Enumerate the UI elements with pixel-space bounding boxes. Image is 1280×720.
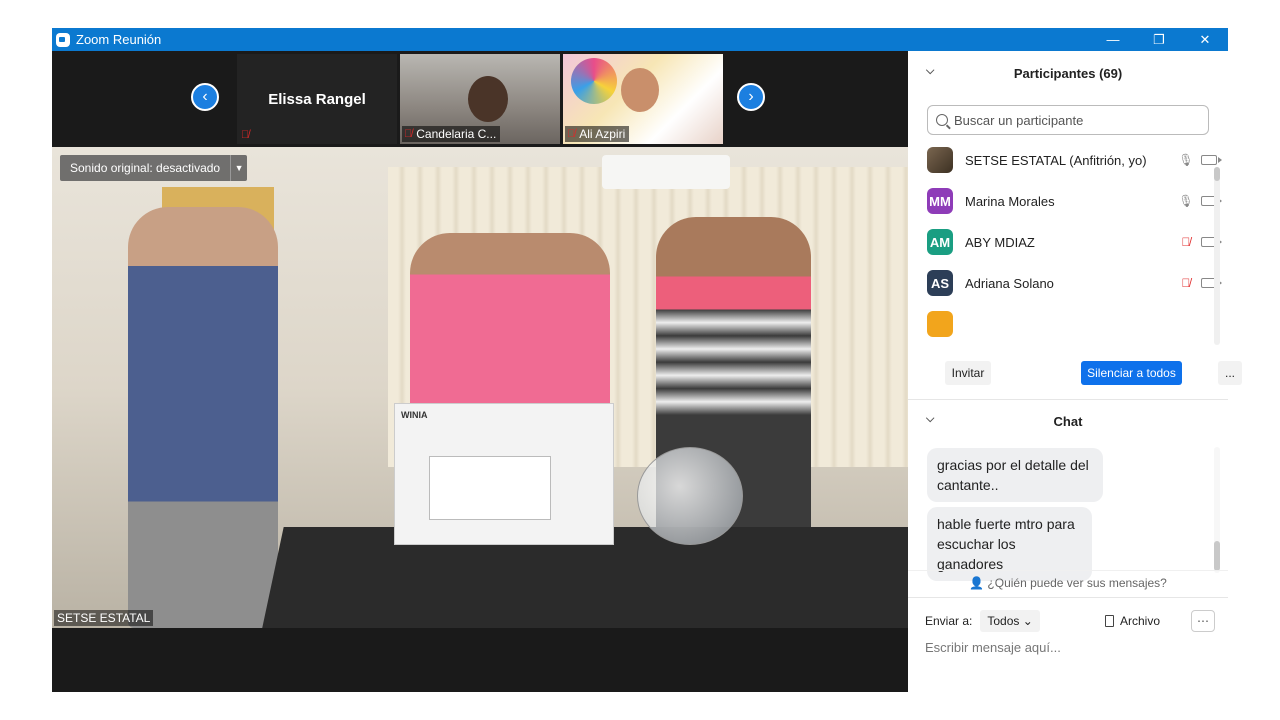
- mandala-decoration: [571, 58, 617, 104]
- side-panel: ⌵ Participantes (69) Buscar un participa…: [908, 51, 1242, 692]
- search-placeholder: Buscar un participante: [954, 112, 1084, 128]
- participant-name: ABY MDIAZ: [965, 234, 1035, 250]
- chat-message-input[interactable]: Escribir mensaje aquí...: [925, 640, 1215, 655]
- participant-name: Marina Morales: [965, 193, 1055, 209]
- avatar: AS: [927, 270, 953, 296]
- gallery-strip: ‹ Elissa Rangel 🎙̸ 🎙̸ Candelaria C... 🎙̸…: [52, 51, 908, 147]
- scrollbar-thumb[interactable]: [1214, 167, 1220, 181]
- camera-icon[interactable]: [1201, 155, 1222, 165]
- window-title: Zoom Reunión: [76, 32, 162, 47]
- speaker-name: SETSE ESTATAL: [54, 610, 154, 626]
- mic-muted-icon: 🎙̸: [567, 128, 576, 140]
- original-sound-label: Sonido original: desactivado: [70, 161, 221, 175]
- close-button[interactable]: ✕: [1182, 28, 1228, 51]
- chevron-left-icon: ‹: [202, 88, 208, 105]
- participant-name: SETSE ESTATAL (Anfitrión, yo): [965, 152, 1147, 168]
- participant-row[interactable]: AS Adriana Solano 🎙̸: [927, 269, 1222, 297]
- minimize-button[interactable]: —: [1090, 28, 1136, 51]
- avatar: AM: [927, 229, 953, 255]
- tile-status: 🎙̸ Candelaria C...: [402, 126, 501, 142]
- panel-divider: [908, 399, 1228, 400]
- scene-microwave: [429, 456, 551, 520]
- chevron-down-icon[interactable]: ⌵: [926, 413, 934, 426]
- chevron-down-icon[interactable]: ⌵: [926, 65, 934, 78]
- box-brand: WINIA: [401, 410, 428, 420]
- send-to-select[interactable]: Todos ⌄: [980, 610, 1040, 632]
- avatar: MM: [927, 188, 953, 214]
- file-button[interactable]: Archivo: [1105, 614, 1160, 628]
- video-tile[interactable]: Elissa Rangel 🎙̸: [237, 54, 397, 144]
- tile-name: Elissa Rangel: [268, 91, 366, 108]
- mute-all-button[interactable]: Silenciar a todos: [1081, 361, 1182, 385]
- caret-down-icon[interactable]: ▼: [230, 155, 247, 181]
- chat-message: gracias por el detalle del cantante..: [927, 448, 1103, 502]
- scene-air-conditioner: [602, 155, 730, 189]
- participant-row[interactable]: AM ABY MDIAZ 🎙̸: [927, 228, 1222, 256]
- panel-divider: [908, 597, 1228, 598]
- next-page-button[interactable]: ›: [737, 83, 765, 111]
- who-can-see-text: ¿Quién puede ver sus mensajes?: [987, 576, 1167, 590]
- participant-face: [468, 76, 508, 122]
- panel-divider: [908, 570, 1228, 571]
- more-options-button[interactable]: ...: [1218, 361, 1242, 385]
- mic-muted-icon: 🎙̸: [241, 129, 250, 141]
- scene-microwave-box: WINIA: [394, 403, 614, 545]
- more-horizontal-icon: ⋯: [1197, 614, 1209, 628]
- scene-person: [128, 207, 278, 628]
- video-tile[interactable]: 🎙̸ Ali Azpiri: [563, 54, 723, 144]
- participant-row[interactable]: MM Marina Morales 🎙: [927, 187, 1222, 215]
- scene-raffle-bowl: [637, 447, 743, 545]
- mic-muted-icon: 🎙̸: [404, 128, 413, 140]
- microphone-icon[interactable]: 🎙: [1177, 194, 1195, 208]
- who-can-see-link[interactable]: 👤 ¿Quién puede ver sus mensajes?: [908, 576, 1228, 590]
- video-area: ‹ Elissa Rangel 🎙̸ 🎙̸ Candelaria C... 🎙̸…: [52, 51, 908, 692]
- chat-scrollbar[interactable]: [1214, 447, 1220, 573]
- search-icon: [936, 114, 948, 126]
- active-speaker-video[interactable]: WINIA Sonido original: desactivado ▼ SET…: [52, 147, 908, 628]
- original-sound-button[interactable]: Sonido original: desactivado ▼: [60, 155, 248, 181]
- participant-search-input[interactable]: Buscar un participante: [927, 105, 1209, 135]
- tile-status: 🎙̸: [239, 128, 253, 142]
- participant-row[interactable]: SETSE ESTATAL (Anfitrión, yo) 🎙: [927, 146, 1222, 174]
- participant-list: SETSE ESTATAL (Anfitrión, yo) 🎙 MM Marin…: [908, 146, 1228, 346]
- file-icon: [1105, 615, 1114, 627]
- scrollbar-thumb[interactable]: [1214, 541, 1220, 571]
- chevron-right-icon: ›: [748, 88, 754, 105]
- participant-face: [621, 68, 659, 112]
- person-icon: 👤: [969, 576, 985, 590]
- participant-name: Adriana Solano: [965, 275, 1054, 291]
- participant-row[interactable]: [927, 310, 1217, 338]
- avatar: [927, 311, 953, 337]
- chat-header: ⌵ Chat: [908, 403, 1228, 439]
- tile-status: 🎙̸ Ali Azpiri: [565, 126, 630, 142]
- prev-page-button[interactable]: ‹: [191, 83, 219, 111]
- participants-header: ⌵ Participantes (69): [908, 55, 1228, 91]
- restore-button[interactable]: ❐: [1136, 28, 1182, 51]
- tile-name: Candelaria C...: [416, 127, 497, 141]
- chevron-down-icon: ⌄: [1022, 614, 1033, 628]
- invite-button[interactable]: Invitar: [945, 361, 991, 385]
- send-to-value: Todos: [987, 614, 1020, 628]
- microphone-icon[interactable]: 🎙: [1177, 153, 1195, 167]
- zoom-logo-icon: [56, 32, 70, 47]
- zoom-window: Zoom Reunión — ❐ ✕ ‹ Elissa Rangel 🎙̸ 🎙̸…: [52, 28, 1242, 692]
- participants-title: Participantes (69): [1013, 65, 1123, 81]
- chat-title: Chat: [1053, 413, 1083, 429]
- avatar: [927, 147, 953, 173]
- send-options-row: Enviar a: Todos ⌄ Archivo ⋯: [925, 609, 1215, 633]
- chat-more-button[interactable]: ⋯: [1191, 610, 1215, 632]
- send-to-label: Enviar a:: [925, 614, 973, 628]
- microphone-muted-icon[interactable]: 🎙̸: [1177, 235, 1195, 249]
- tile-name: Ali Azpiri: [579, 127, 626, 141]
- participant-actions: Invitar Silenciar a todos ...: [908, 361, 1242, 385]
- file-label: Archivo: [1120, 614, 1161, 628]
- video-tile[interactable]: 🎙̸ Candelaria C...: [400, 54, 560, 144]
- microphone-muted-icon[interactable]: 🎙̸: [1177, 276, 1195, 290]
- title-bar: Zoom Reunión — ❐ ✕: [52, 28, 1228, 51]
- participants-scrollbar[interactable]: [1214, 167, 1220, 345]
